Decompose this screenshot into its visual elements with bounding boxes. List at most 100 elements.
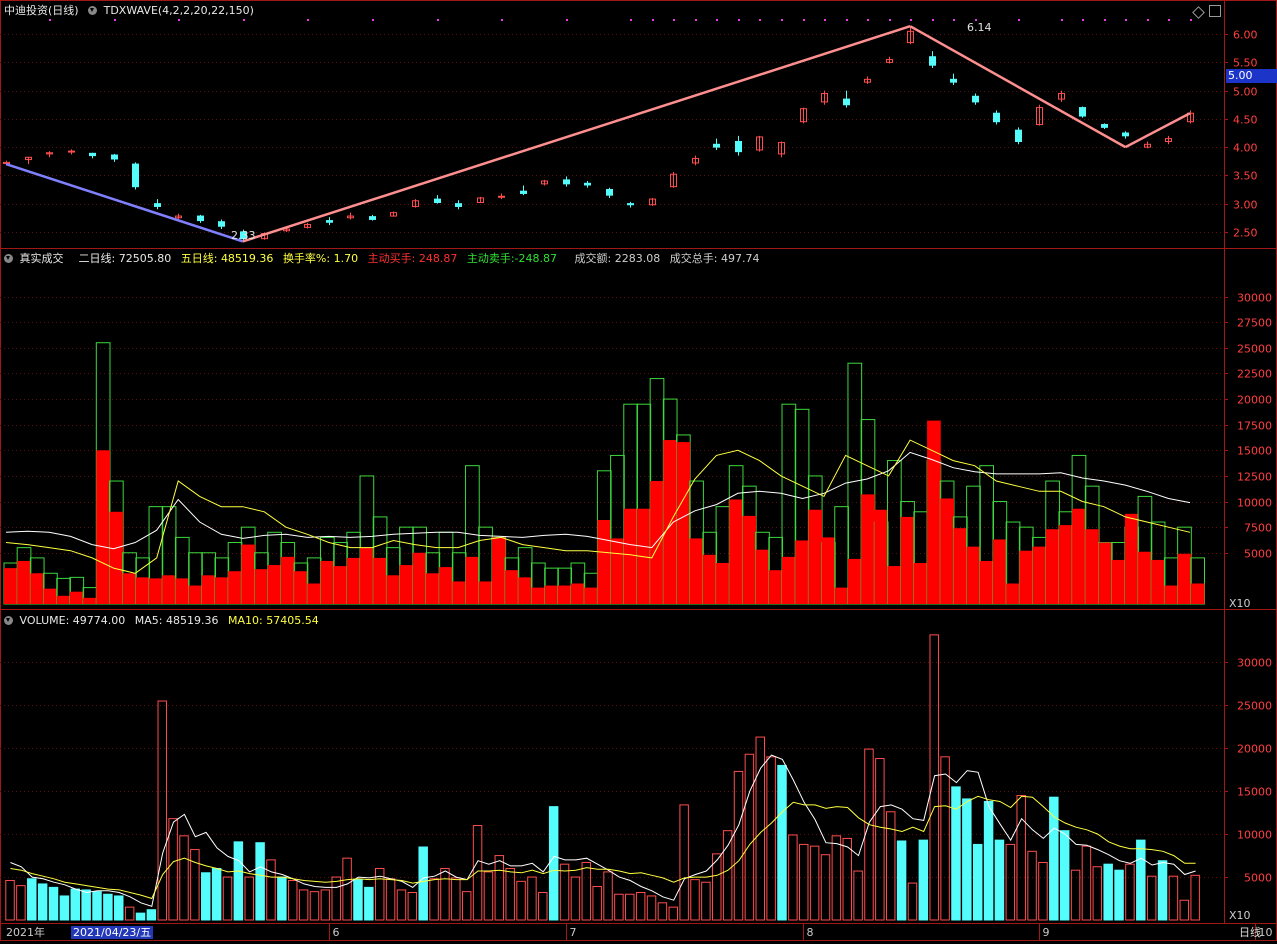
volume-bar	[222, 876, 233, 921]
indicator-dropdown-icon[interactable]	[4, 615, 13, 625]
volume-bar	[201, 872, 211, 921]
volume-bar	[744, 753, 755, 921]
volume-bar	[440, 867, 450, 921]
active-buy-bar	[1085, 529, 1100, 604]
signal-dot	[846, 19, 848, 21]
candle-body	[197, 215, 204, 222]
volume-bar	[277, 876, 287, 921]
signal-dot	[673, 19, 675, 21]
volume-bar	[972, 843, 983, 921]
price-tick-label: 3.50	[1233, 170, 1258, 183]
volume-tick-label: 25000	[1237, 343, 1272, 356]
volume-bar	[962, 798, 972, 921]
volume-bar	[1027, 850, 1037, 921]
active-buy-bar	[571, 583, 585, 604]
volume-bar	[527, 876, 537, 921]
volume-tick-label: 27500	[1237, 317, 1272, 330]
stock-chart-window[interactable]: 2.50 3.00 3.50 4.00 4.50 5.00 5.50 6.00 5000 7500…	[0, 0, 1277, 941]
volume-bar	[1059, 830, 1070, 921]
active-buy-bar	[768, 570, 783, 604]
active-buy-bar	[491, 537, 506, 604]
active-buy-bar	[1138, 551, 1152, 604]
volume-bar	[211, 867, 222, 921]
candle-body	[843, 98, 850, 106]
volume-bar	[37, 883, 48, 921]
active-buy-bar	[795, 540, 809, 604]
price-panel-header: 中迪投资(日线) TDXWAVE(4,2,2,20,22,150)	[4, 4, 254, 17]
active-buy-bar	[518, 577, 532, 604]
active-buy-bar	[1098, 542, 1113, 604]
active-buy-bar	[83, 597, 97, 604]
real-volume-header: 真实成交 二日线: 72505.80 五日线: 48519.36 换手率%: 1…	[4, 252, 759, 265]
volume-tick-label: 30000	[1237, 292, 1272, 305]
month-label: 10	[1258, 926, 1273, 939]
active-buy-bar	[373, 557, 387, 604]
signal-dot	[1168, 19, 1170, 21]
signal-dot	[910, 19, 912, 21]
candle-body	[111, 154, 118, 160]
maximize-icon[interactable]	[1209, 5, 1221, 17]
candle-body	[627, 203, 634, 206]
last-price-box: 5.00	[1226, 69, 1277, 83]
volume-bar	[559, 863, 570, 921]
active-buy-bar	[1045, 529, 1060, 604]
panel2-item: 二日线: 72505.80	[78, 252, 172, 265]
panel2-scale-unit: X10	[1229, 597, 1251, 610]
indicator-dropdown-icon[interactable]	[4, 253, 13, 263]
panel2-item: 成交总手: 497.74	[669, 252, 760, 265]
active-buy-bar	[294, 571, 308, 604]
indicator-dropdown-icon[interactable]	[88, 5, 98, 15]
active-buy-bar	[584, 587, 598, 604]
signal-dot	[566, 19, 568, 21]
volume-bar	[994, 839, 1005, 921]
vol-tick-label: 5000	[1244, 872, 1272, 885]
volume-bar	[581, 861, 592, 921]
volume-bar	[614, 893, 624, 921]
vol-tick-label: 20000	[1237, 743, 1272, 756]
volume-bar	[255, 842, 265, 921]
active-buy-bar	[874, 509, 889, 604]
signal-dot	[49, 19, 51, 21]
volume-tick-label: 7500	[1244, 522, 1272, 535]
volume-bar	[907, 882, 918, 921]
volume-bar	[396, 889, 407, 921]
signal-dot	[1082, 19, 1084, 21]
wave-line	[909, 25, 1127, 149]
active-buy-bar	[201, 575, 216, 604]
volume-bar	[418, 846, 428, 921]
vol-tick-label: 10000	[1237, 829, 1272, 842]
active-buy-bar	[676, 442, 691, 604]
volume-bar	[114, 895, 124, 921]
active-buy-bar	[953, 528, 968, 604]
price-tick-label: 5.00	[1233, 86, 1258, 99]
panel2-item: 主动买手: 248.87	[367, 252, 458, 265]
volume-bar	[690, 879, 700, 921]
volume-bar	[657, 902, 668, 921]
volume-bar	[679, 804, 689, 921]
volume-bar	[1016, 794, 1026, 921]
active-buy-bar	[782, 556, 796, 604]
volume-bar	[287, 879, 298, 921]
volume-tick-label: 10000	[1237, 497, 1272, 510]
chart-canvas[interactable]: 2.503.003.504.004.505.005.506.0050007500…	[0, 0, 1277, 941]
vol-tick-label: 15000	[1237, 786, 1272, 799]
active-buy-bar	[228, 571, 242, 604]
volume-bar	[538, 892, 548, 921]
volume-bar	[918, 839, 929, 921]
active-buy-bar	[346, 557, 361, 604]
panel2-item: 主动卖手:-248.87	[466, 252, 558, 265]
active-buy-bar	[267, 565, 282, 604]
active-buy-bar	[1177, 553, 1192, 604]
active-buy-bar	[188, 585, 203, 604]
volume-bar	[668, 906, 679, 921]
price-tick-label: 3.00	[1233, 199, 1258, 212]
volume-bar	[1005, 843, 1016, 921]
candle-body	[498, 195, 505, 198]
active-buy-bar	[1151, 559, 1165, 604]
active-buy-bar	[940, 498, 954, 604]
candle-body	[713, 143, 720, 148]
active-buy-bar	[4, 568, 18, 604]
vol-tick-label: 25000	[1237, 700, 1272, 713]
signal-dot	[824, 19, 826, 21]
signal-dot	[695, 19, 697, 21]
